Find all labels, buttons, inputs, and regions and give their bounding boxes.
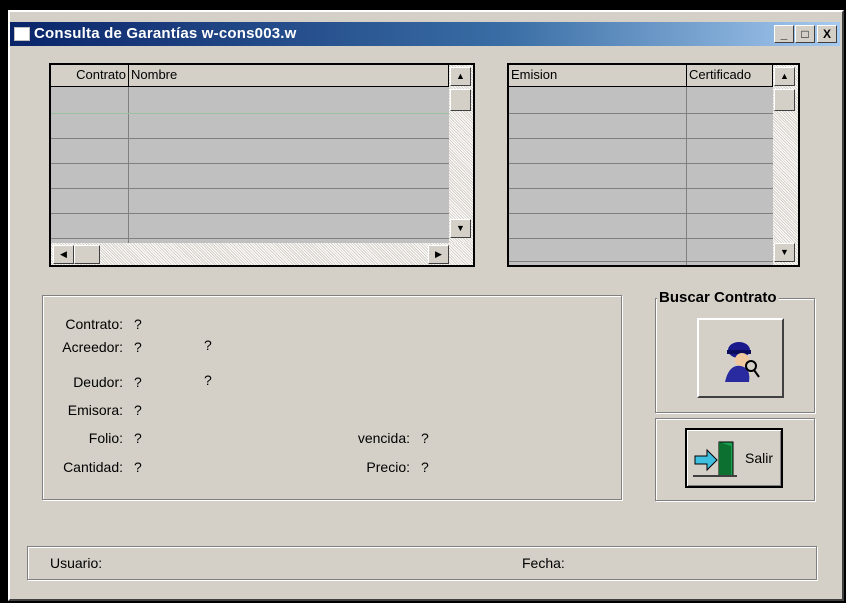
status-bar — [27, 546, 817, 580]
fecha-label: Fecha: — [522, 555, 565, 571]
table-row[interactable] — [509, 138, 773, 139]
cantidad-label: Cantidad: — [63, 459, 123, 475]
column-divider — [128, 87, 129, 245]
scroll-up-button[interactable]: ▲ — [774, 67, 795, 86]
contrato-value: ? — [134, 316, 142, 332]
acreedor-name: ? — [204, 337, 212, 353]
exit-door-icon — [693, 441, 737, 477]
table-row[interactable] — [509, 188, 773, 189]
deudor-label: Deudor: — [73, 374, 123, 390]
scroll-up-button[interactable]: ▲ — [450, 67, 471, 86]
acreedor-value: ? — [134, 339, 142, 355]
salir-button[interactable]: Salir — [685, 428, 783, 488]
horizontal-scrollbar[interactable] — [51, 243, 473, 265]
scroll-thumb[interactable] — [774, 89, 795, 111]
scroll-right-button[interactable]: ▶ — [428, 245, 449, 264]
scroll-down-button[interactable]: ▼ — [450, 219, 471, 238]
scroll-left-button[interactable]: ◀ — [53, 245, 74, 264]
minimize-button[interactable]: _ — [774, 25, 794, 43]
scroll-down-button[interactable]: ▼ — [774, 243, 795, 262]
table-row[interactable] — [509, 213, 773, 214]
column-header-emision[interactable]: Emision — [509, 65, 687, 87]
window-frame-top — [0, 0, 846, 10]
maximize-button[interactable]: □ — [795, 25, 815, 43]
folio-label: Folio: — [88, 430, 123, 446]
hscroll-thumb[interactable] — [74, 245, 100, 264]
folio-value: ? — [134, 430, 142, 446]
buscar-contrato-title: Buscar Contrato — [657, 289, 779, 306]
window-frame-left — [0, 0, 8, 603]
usuario-label: Usuario: — [50, 555, 103, 571]
table-row[interactable] — [51, 238, 449, 239]
salir-label: Salir — [745, 450, 774, 466]
table-row[interactable] — [509, 163, 773, 164]
cantidad-value: ? — [134, 459, 142, 475]
table-row[interactable] — [509, 113, 773, 114]
close-button[interactable]: X — [817, 25, 837, 43]
emisora-label: Emisora: — [67, 402, 123, 418]
table-row[interactable] — [51, 113, 449, 114]
vencida-label: vencida: — [357, 430, 410, 446]
table-row[interactable] — [51, 138, 449, 139]
contracts-grid[interactable]: Contrato Nombre ▲ ▼ ◀ ▶ — [49, 63, 475, 267]
app-icon — [14, 27, 30, 41]
precio-value: ? — [421, 459, 429, 475]
column-header-contrato[interactable]: Contrato — [51, 65, 129, 87]
vencida-value: ? — [421, 430, 429, 446]
deudor-name: ? — [204, 372, 212, 388]
detective-search-icon — [725, 342, 760, 382]
table-row[interactable] — [51, 163, 449, 164]
certificates-grid[interactable]: Emision Certificado ▲ ▼ — [507, 63, 800, 267]
table-row[interactable] — [51, 188, 449, 189]
precio-label: Precio: — [366, 459, 410, 475]
column-header-nombre[interactable]: Nombre — [129, 65, 449, 87]
table-row[interactable] — [509, 261, 773, 262]
window-title: Consulta de Garantías w-cons003.w — [34, 25, 297, 42]
deudor-value: ? — [134, 374, 142, 390]
buscar-contrato-button[interactable] — [697, 318, 784, 398]
scroll-thumb[interactable] — [450, 89, 471, 111]
column-header-certificado[interactable]: Certificado — [687, 65, 773, 87]
acreedor-label: Acreedor: — [62, 339, 123, 355]
table-row[interactable] — [51, 213, 449, 214]
table-row[interactable] — [509, 238, 773, 239]
emisora-value: ? — [134, 402, 142, 418]
contrato-label: Contrato: — [65, 316, 123, 332]
